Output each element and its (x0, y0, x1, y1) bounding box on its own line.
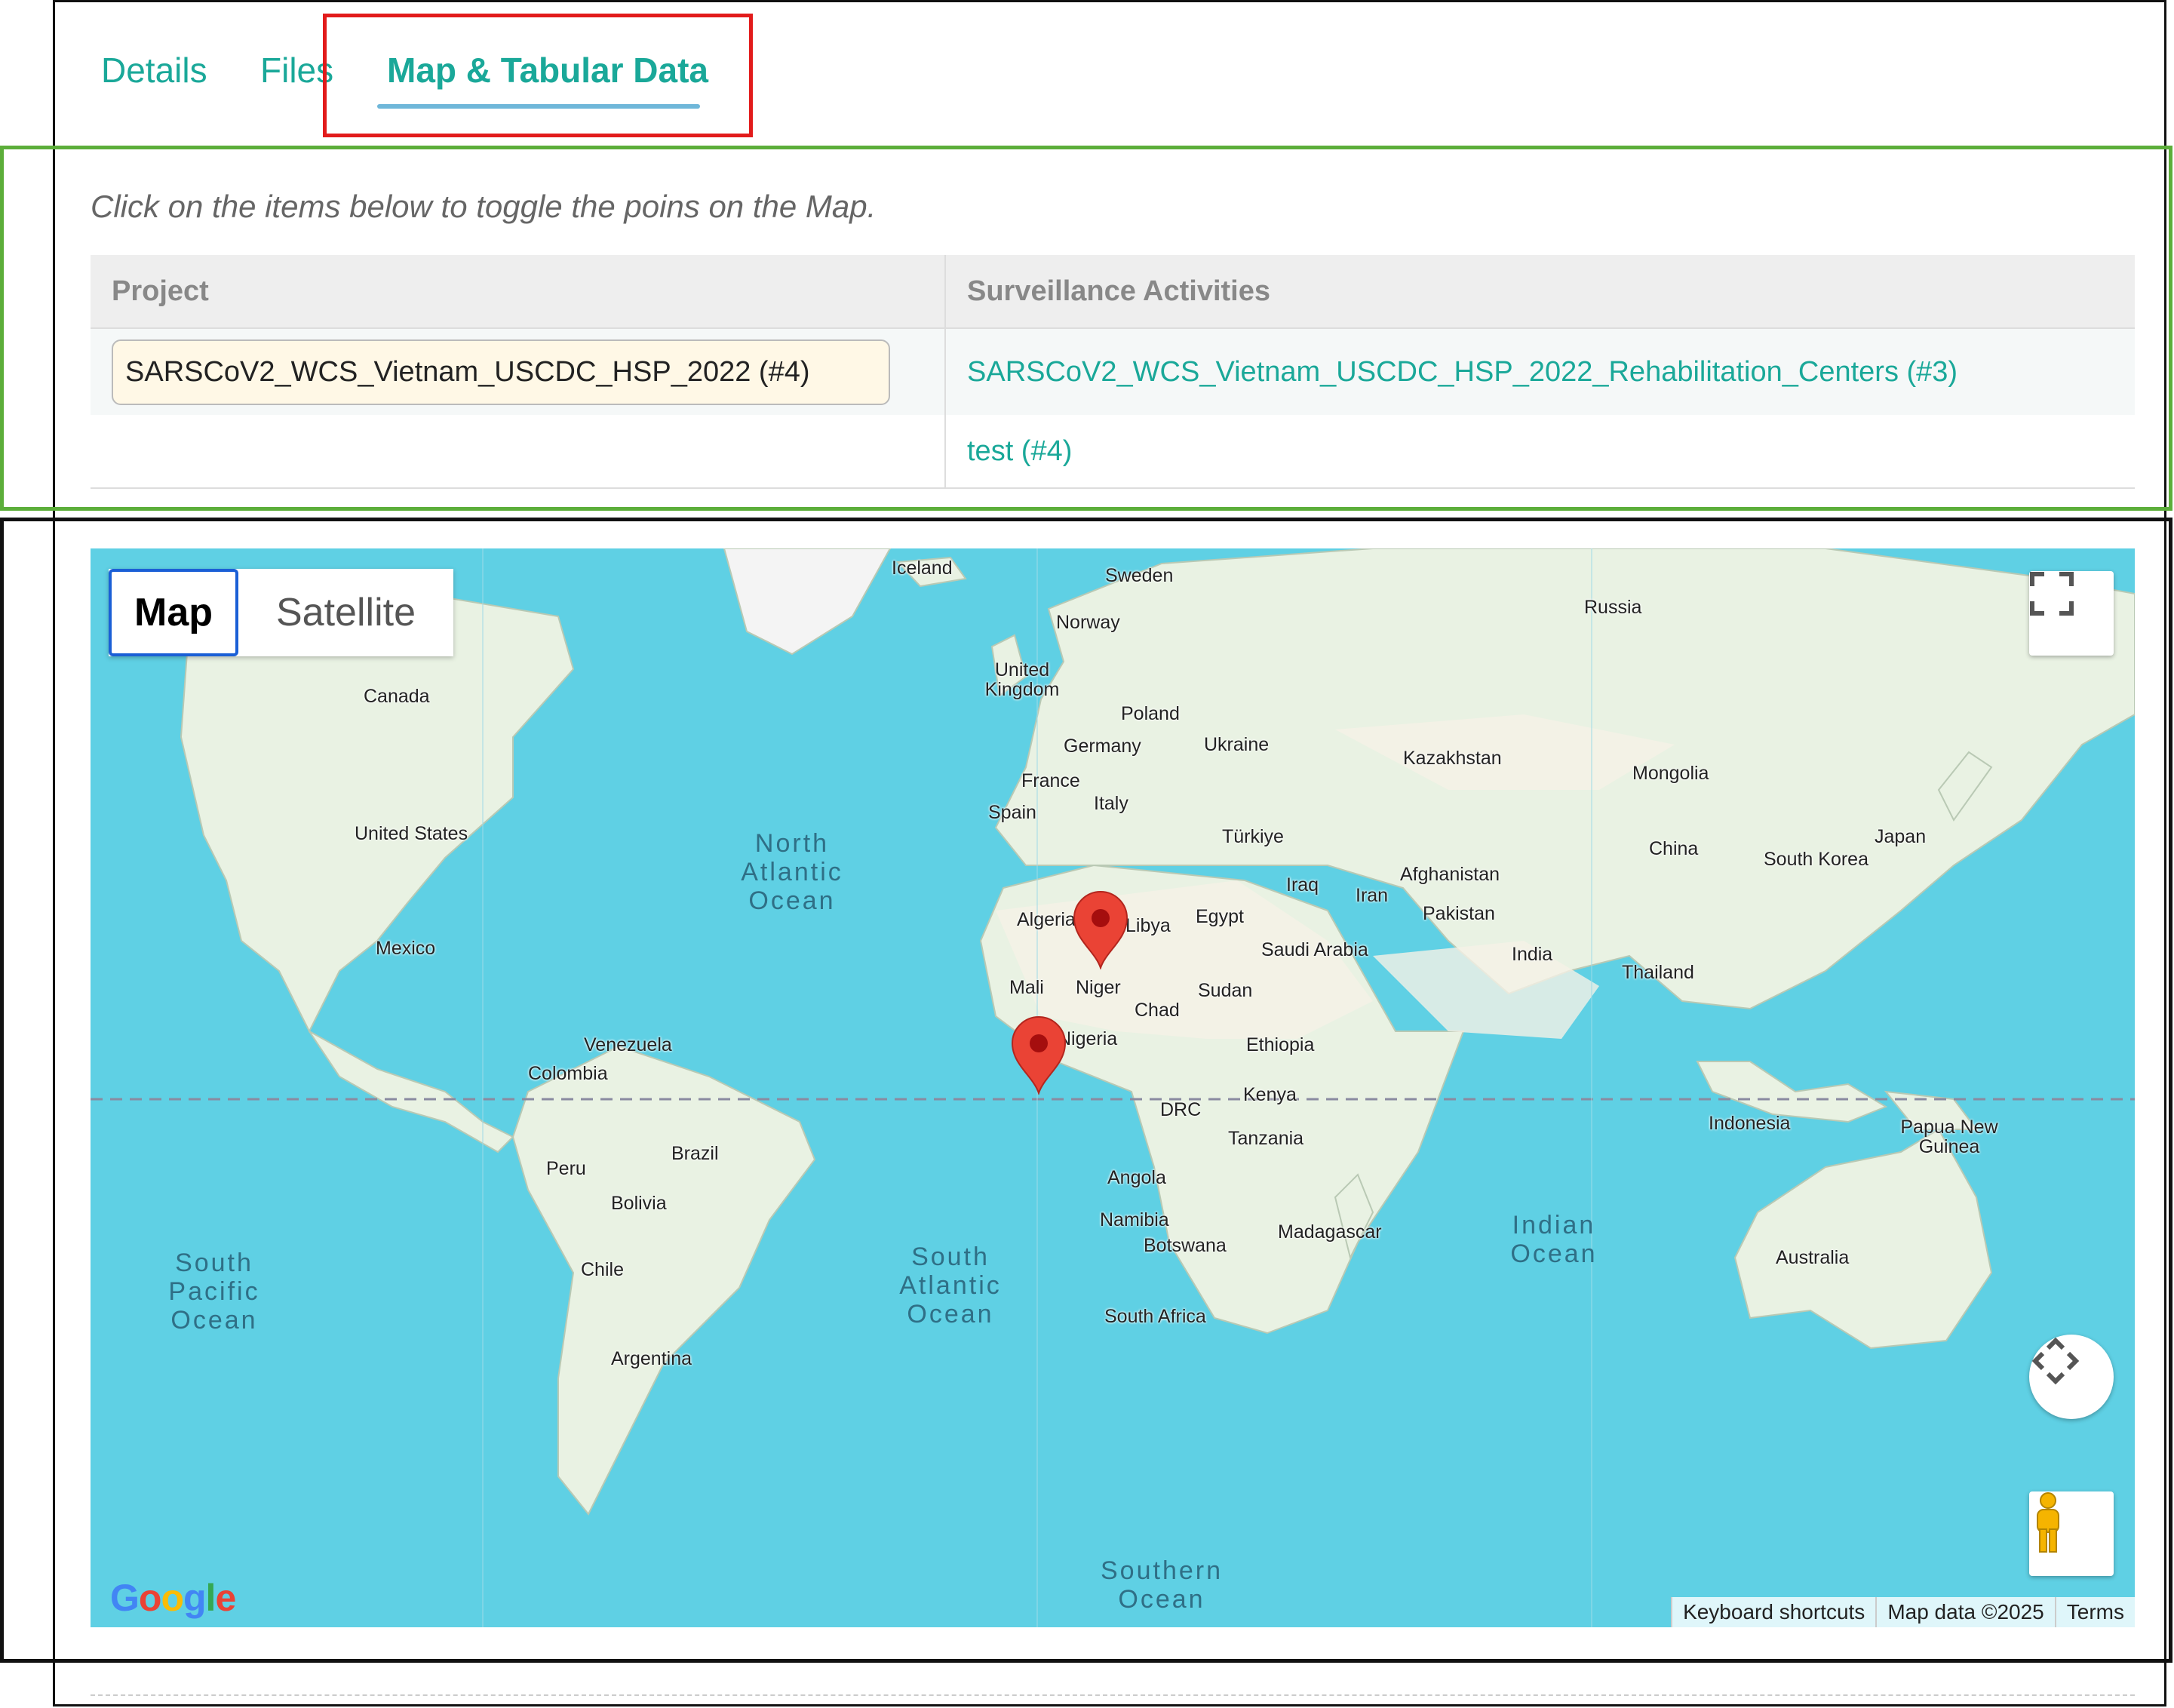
map-label-niger: Niger (1076, 977, 1121, 998)
map-label-chad: Chad (1135, 1000, 1180, 1021)
map-label-chile: Chile (581, 1259, 624, 1280)
map-label-kenya: Kenya (1243, 1084, 1297, 1105)
world-map[interactable]: Iceland Sweden Norway Russia United King… (91, 548, 2135, 1627)
map-label-angola: Angola (1107, 1167, 1166, 1188)
map-label-spain: Spain (988, 802, 1036, 823)
project-activities-table: Project Surveillance Activities SARSCoV2… (91, 255, 2135, 489)
table-row: SARSCoV2_WCS_Vietnam_USCDC_HSP_2022 (#4)… (91, 328, 2135, 415)
map-marker[interactable] (1073, 891, 1128, 969)
map-label-sweden: Sweden (1105, 565, 1174, 586)
map-label-drc: DRC (1160, 1099, 1202, 1120)
project-cell-empty (91, 415, 946, 489)
map-type-map-button[interactable]: Map (109, 569, 238, 656)
map-data-attribution: Map data ©2025 (1875, 1597, 2054, 1627)
map-label-north-atlantic-ocean: North Atlantic Ocean (741, 829, 843, 915)
keyboard-shortcuts-link[interactable]: Keyboard shortcuts (1671, 1597, 1875, 1627)
fullscreen-icon (2030, 572, 2074, 616)
camera-move-icon (2031, 1337, 2080, 1385)
map-label-china: China (1649, 838, 1699, 859)
map-label-south-korea: South Korea (1764, 849, 1868, 870)
map-type-control: Map Satellite (109, 569, 453, 656)
map-label-botswana: Botswana (1144, 1235, 1227, 1256)
map-label-iran: Iran (1356, 885, 1389, 906)
map-label-tanzania: Tanzania (1228, 1128, 1304, 1149)
map-label-southern-ocean: Southern Ocean (1101, 1556, 1223, 1614)
map-label-colombia: Colombia (528, 1063, 608, 1084)
map-label-bolivia: Bolivia (611, 1193, 667, 1214)
map-label-venezuela: Venezuela (584, 1034, 672, 1055)
terms-link[interactable]: Terms (2054, 1597, 2135, 1627)
map-label-india: India (1512, 944, 1553, 965)
map-label-italy: Italy (1094, 793, 1128, 814)
pegman-icon (2037, 1492, 2059, 1553)
map-label-saudi-arabia: Saudi Arabia (1261, 939, 1368, 960)
map-label-brazil: Brazil (671, 1143, 719, 1164)
map-label-poland: Poland (1121, 703, 1180, 724)
map-label-afghanistan: Afghanistan (1400, 864, 1500, 885)
map-label-peru: Peru (546, 1158, 586, 1179)
map-label-canada: Canada (364, 686, 430, 707)
map-label-indonesia: Indonesia (1709, 1113, 1791, 1134)
map-label-papua-new-guinea: Papua New Guinea (1900, 1117, 1998, 1157)
map-marker[interactable] (1011, 1016, 1067, 1095)
project-cell: SARSCoV2_WCS_Vietnam_USCDC_HSP_2022 (#4) (91, 328, 946, 415)
map-label-norway: Norway (1056, 612, 1120, 633)
map-label-pakistan: Pakistan (1423, 903, 1495, 924)
google-logo: Google (110, 1577, 236, 1619)
map-label-united-states: United States (355, 823, 468, 844)
map-label-sudan: Sudan (1198, 980, 1253, 1001)
map-label-uk: United Kingdom (984, 659, 1060, 700)
map-label-ukraine: Ukraine (1204, 734, 1270, 755)
map-label-turkiye: Türkiye (1222, 826, 1284, 847)
map-label-mali: Mali (1009, 977, 1044, 998)
activity-link-test[interactable]: test (#4) (967, 435, 1072, 467)
map-label-libya: Libya (1125, 915, 1171, 936)
map-label-iceland: Iceland (892, 558, 953, 579)
map-label-south-pacific-ocean: South Pacific Ocean (168, 1249, 260, 1335)
map-label-madagascar: Madagascar (1278, 1221, 1382, 1243)
map-attribution: Keyboard shortcuts Map data ©2025 Terms (1671, 1597, 2135, 1627)
map-label-algeria: Algeria (1017, 909, 1076, 930)
map-label-iraq: Iraq (1286, 874, 1319, 895)
map-label-australia: Australia (1776, 1247, 1850, 1268)
fullscreen-button[interactable] (2029, 571, 2114, 656)
map-landmasses (91, 548, 2135, 1627)
toggle-hint: Click on the items below to toggle the p… (91, 189, 877, 224)
map-label-namibia: Namibia (1100, 1209, 1169, 1230)
column-header-project: Project (91, 255, 946, 329)
tab-details[interactable]: Details (101, 50, 207, 91)
activity-link-rehabilitation-centers[interactable]: SARSCoV2_WCS_Vietnam_USCDC_HSP_2022_Reha… (967, 356, 1958, 388)
map-label-russia: Russia (1584, 597, 1642, 618)
activity-cell: SARSCoV2_WCS_Vietnam_USCDC_HSP_2022_Reha… (945, 328, 2135, 415)
activity-cell: test (#4) (945, 415, 2135, 489)
map-label-south-atlantic-ocean: South Atlantic Ocean (899, 1243, 1002, 1329)
table-row: test (#4) (91, 415, 2135, 489)
map-label-germany: Germany (1064, 736, 1141, 757)
column-header-surveillance-activities: Surveillance Activities (945, 255, 2135, 329)
map-label-thailand: Thailand (1622, 962, 1694, 983)
map-label-indian-ocean: Indian Ocean (1510, 1211, 1598, 1268)
map-label-france: France (1021, 770, 1080, 791)
map-label-argentina: Argentina (611, 1348, 692, 1369)
map-label-ethiopia: Ethiopia (1246, 1034, 1315, 1055)
map-label-kazakhstan: Kazakhstan (1403, 748, 1502, 769)
project-toggle[interactable]: SARSCoV2_WCS_Vietnam_USCDC_HSP_2022 (#4) (112, 339, 890, 405)
map-label-egypt: Egypt (1196, 906, 1244, 927)
map-label-south-africa: South Africa (1104, 1306, 1206, 1327)
map-label-mongolia: Mongolia (1632, 763, 1709, 784)
map-label-japan: Japan (1875, 826, 1927, 847)
map-type-satellite-button[interactable]: Satellite (238, 569, 453, 656)
bottom-divider (91, 1694, 2135, 1696)
map-label-mexico: Mexico (376, 938, 436, 959)
camera-control-button[interactable] (2029, 1335, 2114, 1419)
highlight-box-tab (323, 14, 753, 137)
street-view-button[interactable] (2029, 1491, 2114, 1576)
